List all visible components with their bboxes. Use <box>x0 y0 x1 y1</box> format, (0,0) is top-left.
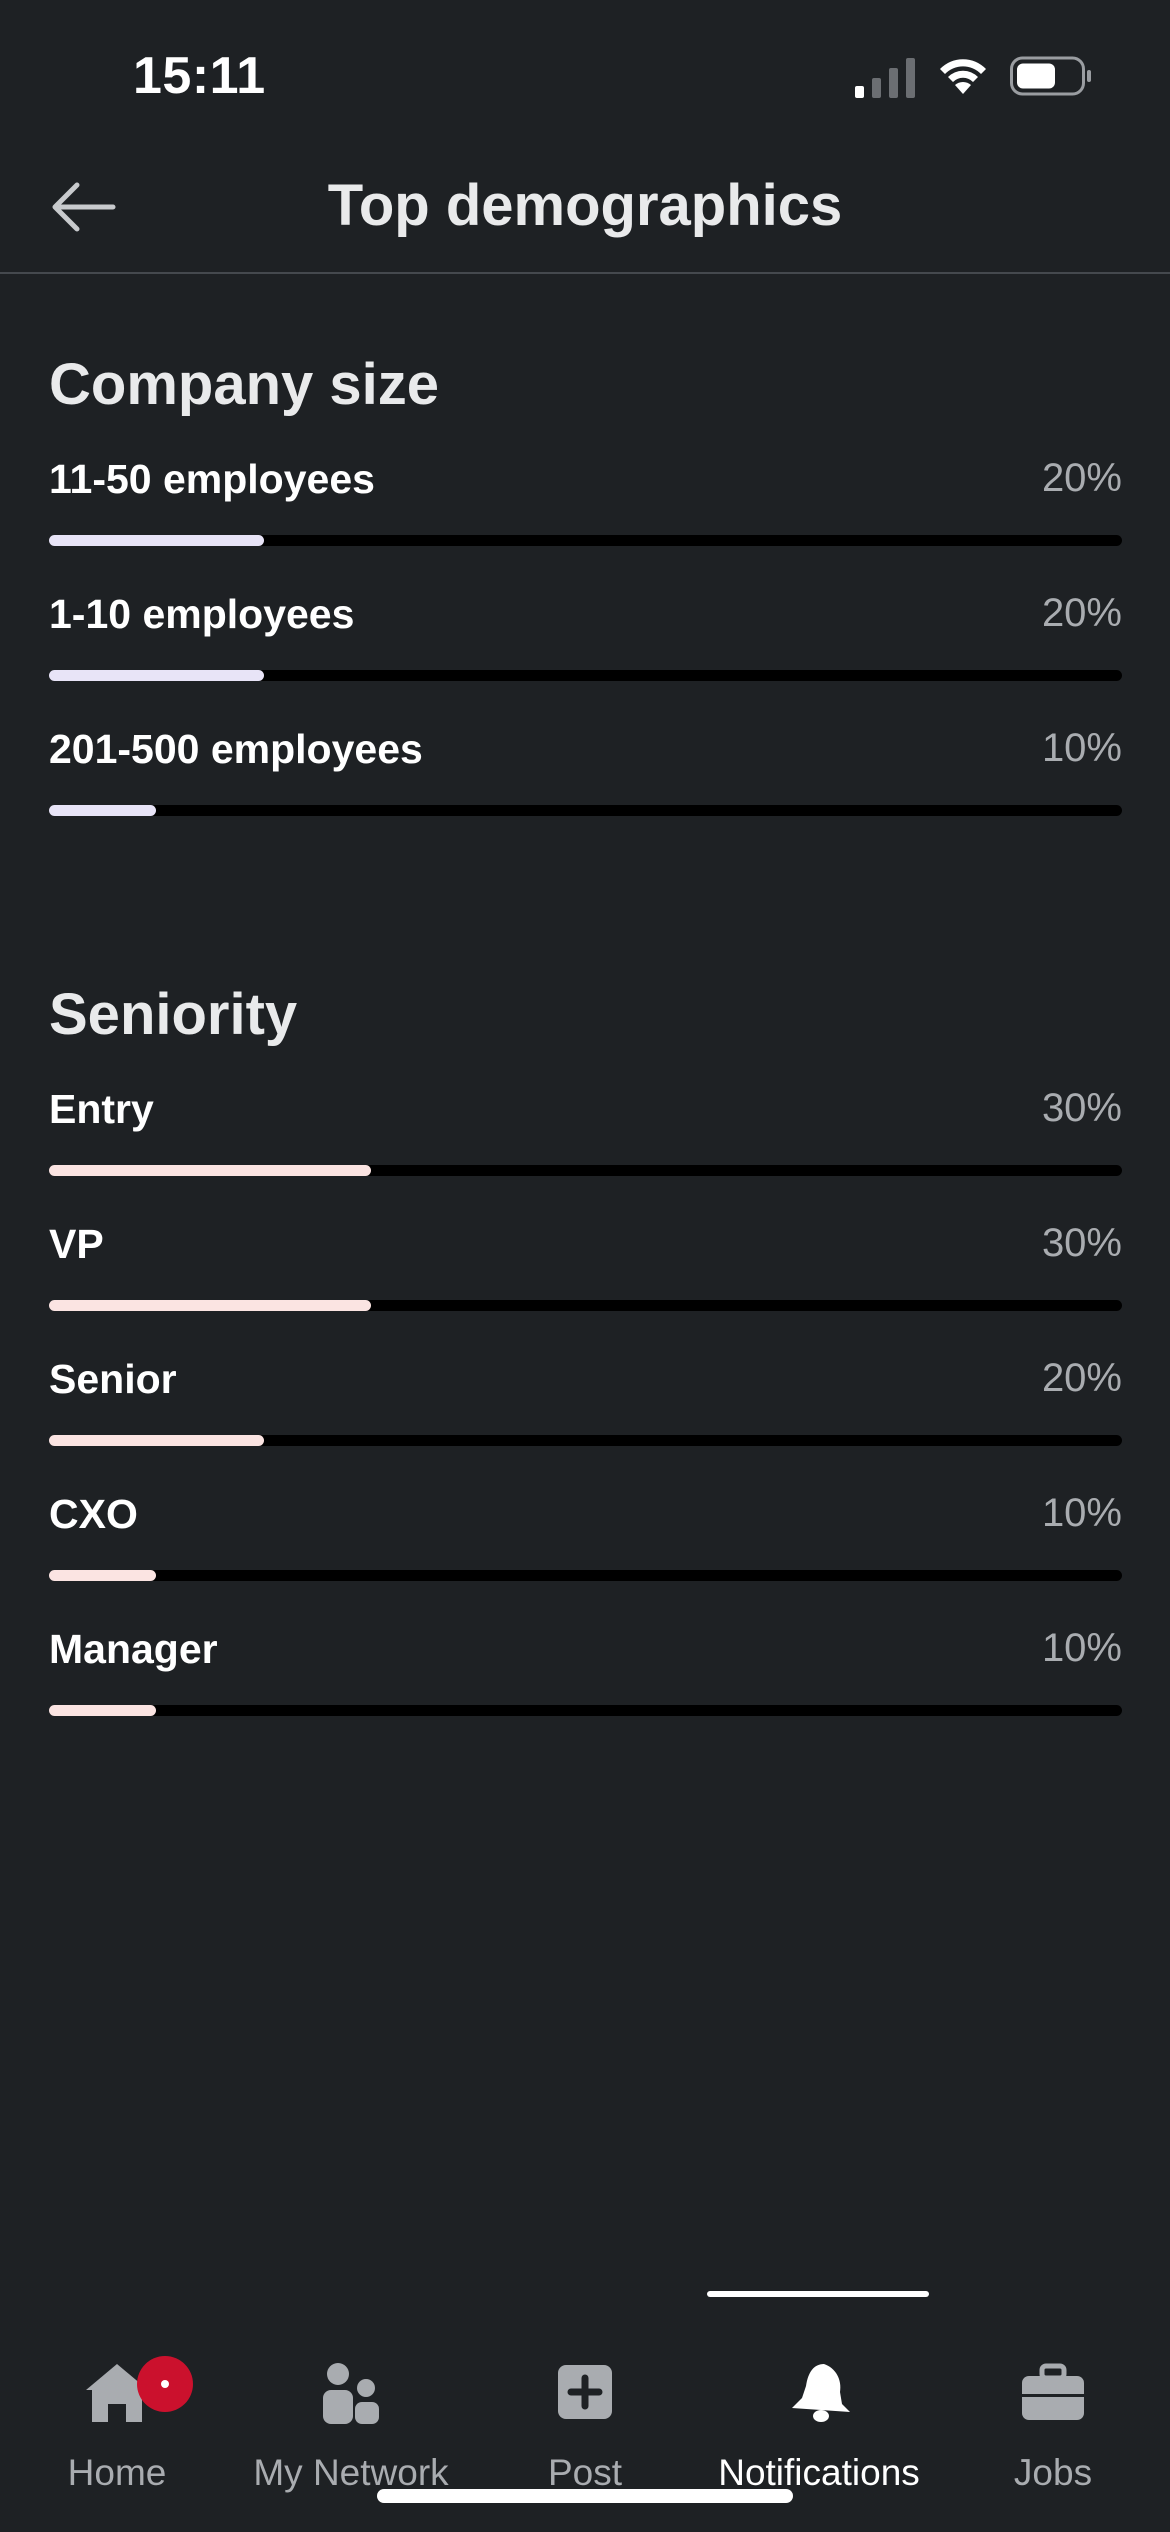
demographic-row: 1-10 employees 20% <box>49 591 1122 726</box>
row-percentage: 20% <box>1041 591 1122 635</box>
row-percentage: 20% <box>1041 1356 1122 1400</box>
battery-icon <box>1010 56 1091 96</box>
progress-track <box>49 1705 1122 1716</box>
progress-fill <box>49 1705 157 1716</box>
nav-label: My Network <box>253 2452 449 2493</box>
demographic-row: VP 30% <box>49 1221 1122 1356</box>
row-percentage: 30% <box>1041 1086 1122 1130</box>
company-size-section: Company size 11-50 employees 20% 1-10 em… <box>49 351 1122 861</box>
nav-jobs[interactable]: Jobs <box>936 2310 1170 2500</box>
progress-track <box>49 1300 1122 1311</box>
page-title: Top demographics <box>327 173 843 238</box>
row-label: 201-500 employees <box>49 726 423 772</box>
cellular-signal-icon <box>855 58 915 98</box>
row-label: Manager <box>49 1626 218 1672</box>
top-app-bar: Top demographics <box>0 150 1170 274</box>
row-percentage: 10% <box>1041 1626 1122 1670</box>
bell-icon <box>792 2364 850 2422</box>
row-label: 11-50 employees <box>49 456 375 502</box>
seniority-section: Seniority Entry 30% VP 30% Senior 20% CX… <box>49 981 1122 1761</box>
progress-fill <box>49 1570 157 1581</box>
demographic-row: CXO 10% <box>49 1491 1122 1626</box>
progress-track <box>49 805 1122 816</box>
demographics-content: Company size 11-50 employees 20% 1-10 em… <box>49 274 1122 1761</box>
progress-track <box>49 670 1122 681</box>
demographic-row: Manager 10% <box>49 1626 1122 1761</box>
row-percentage: 30% <box>1041 1221 1122 1265</box>
row-percentage: 10% <box>1041 726 1122 770</box>
progress-fill <box>49 1300 371 1311</box>
row-percentage: 10% <box>1041 1491 1122 1535</box>
nav-notifications[interactable]: Notifications <box>702 2310 936 2500</box>
progress-track <box>49 1570 1122 1581</box>
screen: 15:11 Top demographics Company size 11-5… <box>0 0 1170 2532</box>
nav-my-network[interactable]: My Network <box>234 2310 468 2500</box>
progress-fill <box>49 1435 264 1446</box>
briefcase-icon <box>1022 2363 1084 2420</box>
row-percentage: 20% <box>1041 456 1122 500</box>
nav-home[interactable]: Home <box>0 2310 234 2500</box>
nav-label: Post <box>547 2452 623 2493</box>
progress-fill <box>49 1165 371 1176</box>
active-tab-indicator <box>707 2291 929 2297</box>
row-label: 1-10 employees <box>49 591 355 637</box>
row-label: CXO <box>49 1491 138 1537</box>
progress-track <box>49 1165 1122 1176</box>
nav-post[interactable]: Post <box>468 2310 702 2500</box>
demographic-row: 201-500 employees 10% <box>49 726 1122 861</box>
demographic-row: Entry 30% <box>49 1086 1122 1221</box>
progress-track <box>49 1435 1122 1446</box>
plus-square-icon <box>558 2365 612 2419</box>
progress-fill <box>49 535 264 546</box>
progress-track <box>49 535 1122 546</box>
row-label: VP <box>49 1221 104 1267</box>
nav-label: Jobs <box>1013 2452 1093 2493</box>
row-label: Senior <box>49 1356 177 1402</box>
progress-fill <box>49 805 157 816</box>
section-title: Company size <box>49 352 439 417</box>
notification-badge <box>137 2356 193 2412</box>
status-time: 15:11 <box>133 47 266 105</box>
nav-label: Home <box>67 2452 167 2493</box>
section-title: Seniority <box>49 982 298 1047</box>
demographic-row: Senior 20% <box>49 1356 1122 1491</box>
status-bar: 15:11 <box>0 0 1170 150</box>
progress-fill <box>49 670 264 681</box>
wifi-icon <box>940 59 986 94</box>
people-icon <box>323 2363 379 2424</box>
home-indicator <box>377 2489 793 2503</box>
row-label: Entry <box>49 1086 154 1132</box>
nav-label: Notifications <box>718 2452 920 2493</box>
demographic-row: 11-50 employees 20% <box>49 456 1122 591</box>
